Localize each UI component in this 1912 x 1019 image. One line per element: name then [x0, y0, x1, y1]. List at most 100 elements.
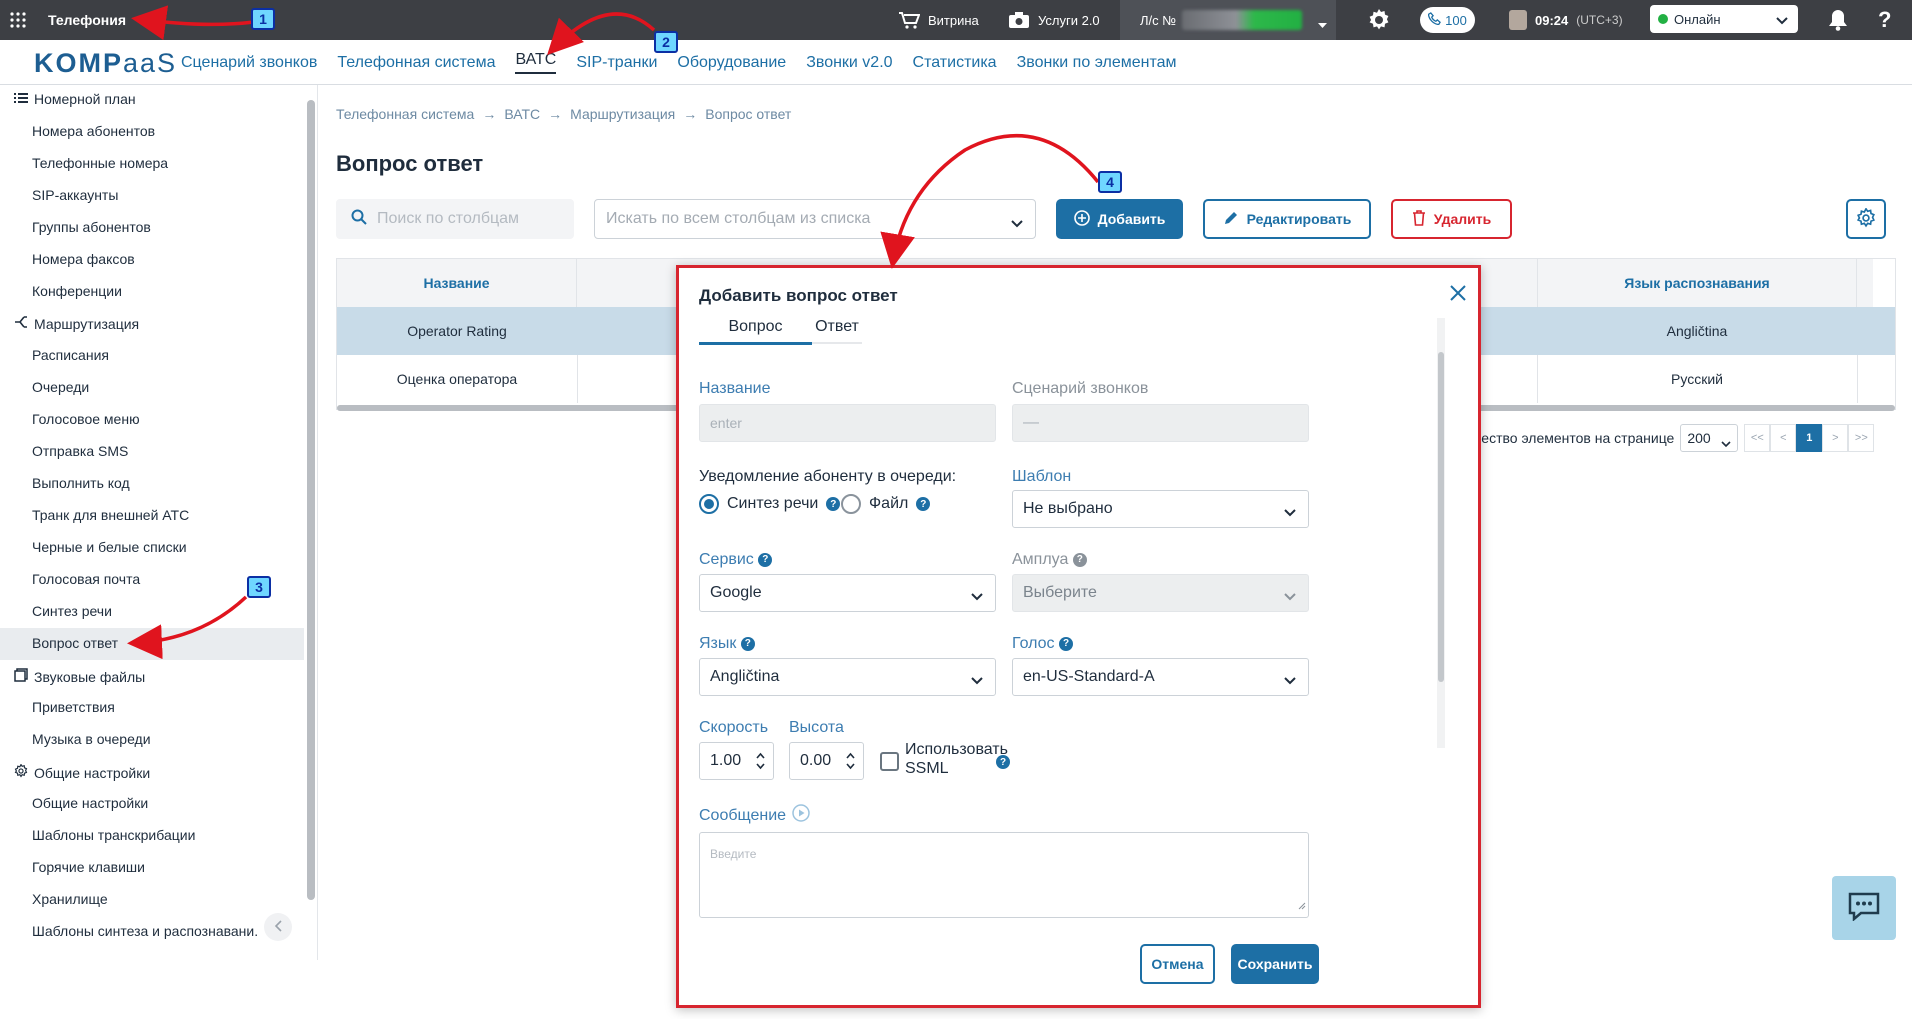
sidebar-item-storage[interactable]: Хранилище: [32, 891, 108, 907]
column-header-recognition-language[interactable]: Язык распознавания: [1537, 259, 1857, 307]
close-icon[interactable]: [1449, 284, 1467, 307]
help-icon[interactable]: ?: [758, 552, 773, 567]
help-icon[interactable]: ?: [916, 497, 931, 511]
help-icon[interactable]: ?: [1878, 0, 1891, 40]
sidebar-item-voicemail[interactable]: Голосовая почта: [32, 571, 140, 587]
nav-link-calls-v2[interactable]: Звонки v2.0: [806, 54, 892, 72]
sidebar-item-subscriber-numbers[interactable]: Номера абонентов: [32, 123, 155, 139]
table-cell-name[interactable]: Operator Rating: [337, 307, 577, 355]
help-icon[interactable]: ?: [996, 755, 1010, 769]
dialog-scrollbar[interactable]: [1438, 352, 1444, 682]
sidebar-group-numbering[interactable]: Номерной план: [14, 91, 136, 107]
stepper-arrows-icon[interactable]: [756, 752, 765, 775]
sidebar-group-routing[interactable]: Маршрутизация: [14, 315, 139, 332]
table-cell-language[interactable]: Angličtina: [1537, 307, 1857, 355]
radio-synthesis[interactable]: Синтез речи ?: [699, 494, 841, 514]
stepper-arrows-icon[interactable]: [846, 752, 855, 775]
ssml-checkbox[interactable]: [880, 752, 899, 771]
tab-answer[interactable]: Ответ: [812, 312, 862, 344]
nav-link-call-scenario[interactable]: Сценарий звонков: [181, 54, 317, 72]
play-circle-icon[interactable]: [792, 804, 810, 827]
sidebar-item-send-sms[interactable]: Отправка SMS: [32, 443, 128, 459]
gear-icon[interactable]: [1367, 0, 1391, 40]
bell-icon[interactable]: [1828, 0, 1848, 40]
logo[interactable]: KOMPaaS: [34, 48, 177, 79]
page-prev-button[interactable]: <: [1770, 424, 1797, 452]
sidebar-item-phone-numbers[interactable]: Телефонные номера: [32, 155, 168, 171]
per-page-select[interactable]: 200: [1680, 424, 1739, 452]
calls-counter-badge[interactable]: 100: [1420, 7, 1475, 33]
sidebar-item-schedules[interactable]: Расписания: [32, 347, 109, 363]
sidebar-item-external-trunk[interactable]: Транк для внешней АТС: [32, 507, 189, 523]
apps-grid-icon[interactable]: [10, 0, 26, 40]
collapse-sidebar-button[interactable]: [264, 913, 292, 941]
message-textarea[interactable]: Введите: [699, 832, 1309, 918]
help-icon[interactable]: ?: [1072, 552, 1087, 567]
account-selector[interactable]: Л/с №: [1120, 0, 1336, 40]
breadcrumb-item[interactable]: Телефонная система: [336, 106, 474, 122]
column-search-input[interactable]: Поиск по столбцам: [336, 199, 574, 239]
services-link[interactable]: Услуги 2.0: [1008, 0, 1100, 40]
sidebar-group-settings[interactable]: Общие настройки: [14, 763, 150, 781]
save-button[interactable]: Сохранить: [1231, 944, 1319, 984]
name-input[interactable]: enter: [699, 404, 996, 442]
service-select[interactable]: Google: [699, 574, 996, 612]
template-select[interactable]: Не выбрано: [1012, 490, 1309, 528]
add-button[interactable]: Добавить: [1056, 199, 1183, 239]
nav-link-calls-by-element[interactable]: Звонки по элементам: [1017, 54, 1177, 72]
sidebar-item-subscriber-groups[interactable]: Группы абонентов: [32, 219, 151, 235]
breadcrumb-item[interactable]: ВАТС: [504, 106, 540, 122]
sidebar-item-queues[interactable]: Очереди: [32, 379, 89, 395]
page-last-button[interactable]: >>: [1848, 424, 1875, 452]
resize-handle-icon[interactable]: [1298, 897, 1306, 915]
sidebar-item-queue-music[interactable]: Музыка в очереди: [32, 731, 151, 747]
cancel-button[interactable]: Отмена: [1140, 944, 1215, 984]
app-title[interactable]: Телефония: [48, 0, 126, 40]
sidebar-scrollbar[interactable]: [307, 100, 315, 900]
column-header-name[interactable]: Название: [337, 259, 577, 307]
table-settings-button[interactable]: [1846, 199, 1886, 239]
status-select[interactable]: Онлайн: [1650, 5, 1798, 33]
language-select[interactable]: Angličtina: [699, 658, 996, 696]
breadcrumb-item[interactable]: Маршрутизация: [570, 106, 675, 122]
delete-button[interactable]: Удалить: [1391, 199, 1512, 239]
table-cell-name[interactable]: Оценка оператора: [337, 355, 577, 403]
pitch-stepper[interactable]: 0.00: [789, 742, 864, 780]
sidebar-group-sounds[interactable]: Звуковые файлы: [14, 668, 145, 685]
nav-link-phone-system[interactable]: Телефонная система: [337, 54, 495, 72]
nav-link-sip-trunks[interactable]: SIP-транки: [576, 54, 657, 72]
sidebar-item-fax-numbers[interactable]: Номера факсов: [32, 251, 135, 267]
sidebar-item-voice-menu[interactable]: Голосовое меню: [32, 411, 140, 427]
nav-link-equipment[interactable]: Оборудование: [677, 54, 786, 72]
sidebar-item-execute-code[interactable]: Выполнить код: [32, 475, 130, 491]
nav-link-statistics[interactable]: Статистика: [913, 54, 997, 72]
sidebar-item-conferences[interactable]: Конференции: [32, 283, 122, 299]
sidebar-item-sip-accounts[interactable]: SIP-аккаунты: [32, 187, 118, 203]
column-filter-select[interactable]: Искать по всем столбцам из списка: [594, 199, 1036, 239]
edit-button[interactable]: Редактировать: [1203, 199, 1371, 239]
user-info[interactable]: 09:24 (UTC+3): [1509, 0, 1623, 40]
chat-widget-button[interactable]: [1832, 876, 1896, 940]
tab-question[interactable]: Вопрос: [699, 312, 812, 344]
sidebar-item-question-answer[interactable]: Вопрос ответ: [32, 635, 118, 651]
sidebar-item-greetings[interactable]: Приветствия: [32, 699, 115, 715]
page-current-button[interactable]: 1: [1796, 424, 1823, 452]
sidebar-item-transcription-templates[interactable]: Шаблоны транскрибации: [32, 827, 195, 843]
sidebar-item-synthesis-templates[interactable]: Шаблоны синтеза и распознавани.: [32, 923, 258, 939]
showcase-link[interactable]: Витрина: [898, 0, 979, 40]
help-icon[interactable]: ?: [740, 636, 755, 651]
voice-select[interactable]: en-US-Standard-A: [1012, 658, 1309, 696]
sidebar-item-hotkeys[interactable]: Горячие клавиши: [32, 859, 145, 875]
sidebar-item-black-white-lists[interactable]: Черные и белые списки: [32, 539, 187, 555]
radio-file[interactable]: Файл ?: [841, 494, 931, 514]
page-next-button[interactable]: >: [1822, 424, 1849, 452]
help-icon[interactable]: ?: [1059, 636, 1074, 651]
sidebar-item-speech-synthesis[interactable]: Синтез речи: [32, 603, 112, 619]
help-icon[interactable]: ?: [826, 497, 841, 511]
sidebar-item-general-settings[interactable]: Общие настройки: [32, 795, 148, 811]
page-first-button[interactable]: <<: [1744, 424, 1771, 452]
table-cell-language[interactable]: Русский: [1537, 355, 1857, 403]
nav-link-vats[interactable]: ВАТС: [515, 51, 557, 74]
breadcrumb-item[interactable]: Вопрос ответ: [705, 106, 791, 122]
speed-stepper[interactable]: 1.00: [699, 742, 774, 780]
